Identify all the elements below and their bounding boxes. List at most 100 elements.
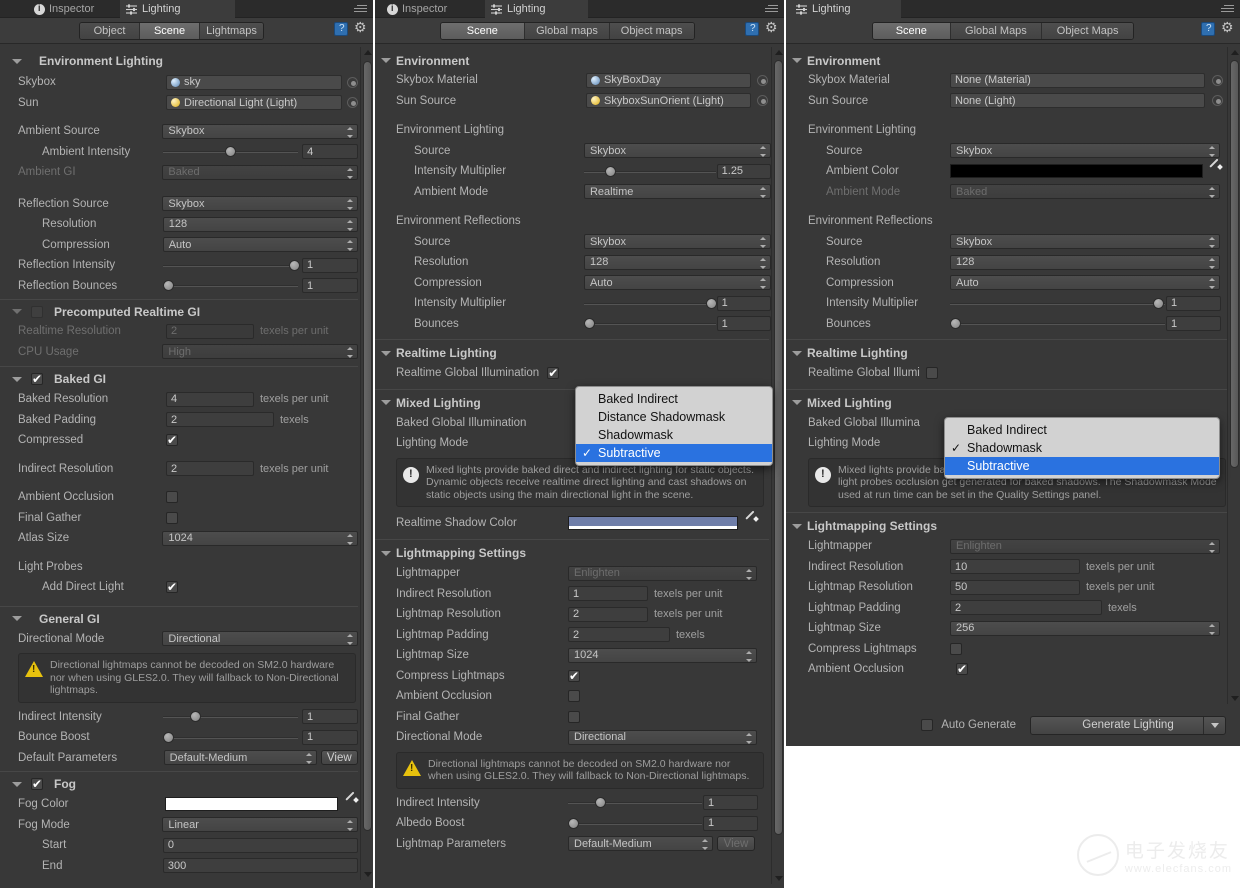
scroll-down-arrow[interactable] [1231,696,1239,701]
reflection-compression-dropdown[interactable]: Auto [163,237,358,252]
baked-gi-checkbox[interactable] [31,373,43,385]
lightmapper-dropdown[interactable]: Enlighten [950,539,1220,554]
scrollbar-thumb[interactable] [774,60,783,835]
slider-knob[interactable] [950,318,961,329]
window-tab-lighting[interactable]: Lighting [786,0,901,18]
object-picker-icon[interactable] [347,97,358,108]
scrollbar-middle[interactable] [771,47,784,884]
indirect-resolution-input[interactable]: 1 [568,586,648,601]
compress-lightmaps-checkbox[interactable] [568,670,580,682]
slider-knob[interactable] [190,711,201,722]
slider-knob[interactable] [595,797,606,808]
lightmap-resolution-input[interactable]: 2 [568,607,648,622]
refl-compression-dropdown[interactable]: Auto [584,275,771,290]
refl-intensity-slider[interactable] [584,296,716,310]
env-source-dropdown[interactable]: Skybox [950,143,1220,158]
slider-knob[interactable] [163,732,174,743]
lighting-mode-dropdown-menu[interactable]: Baked Indirect Distance Shadowmask Shado… [575,386,773,466]
sun-object-field[interactable]: Directional Light (Light) [166,95,342,110]
skybox-material-object-field[interactable]: None (Material) [950,73,1205,88]
ambient-color-swatch[interactable] [950,164,1203,178]
baked-resolution-input[interactable]: 4 [166,392,254,407]
intensity-multiplier-value[interactable]: 1.25 [717,164,771,179]
object-picker-icon[interactable] [757,75,768,86]
realtime-gi-checkbox[interactable] [926,367,938,379]
section-environment-lighting[interactable]: Environment Lighting [8,50,358,72]
slider-knob[interactable] [1153,298,1164,309]
reflection-bounces-slider[interactable] [163,279,298,293]
fog-checkbox[interactable] [31,778,43,790]
bounce-boost-slider[interactable] [163,730,298,744]
scrollbar-left[interactable] [360,47,373,880]
menu-item[interactable]: Shadowmask [576,426,772,444]
object-picker-icon[interactable] [757,95,768,106]
gear-icon[interactable] [1221,22,1235,36]
menu-item[interactable]: Distance Shadowmask [576,408,772,426]
default-parameters-dropdown[interactable]: Default-Medium [164,750,317,765]
slider-knob[interactable] [605,166,616,177]
slider-knob[interactable] [568,818,579,829]
refl-compression-dropdown[interactable]: Auto [950,275,1220,290]
ambient-occlusion-checkbox[interactable] [166,491,178,503]
tab-scene[interactable]: Scene [140,23,200,39]
ambient-source-dropdown[interactable]: Skybox [162,124,358,139]
bounces-value[interactable]: 1 [1166,316,1221,331]
sun-source-object-field[interactable]: None (Light) [950,93,1205,108]
fog-color-swatch[interactable] [165,797,338,811]
section-fog[interactable]: Fog [8,774,358,794]
albedo-boost-value[interactable]: 1 [703,816,758,831]
refl-source-dropdown[interactable]: Skybox [584,234,771,249]
skybox-object-field[interactable]: sky [166,75,342,90]
section-precomputed-realtime-gi[interactable]: Precomputed Realtime GI [8,302,358,321]
panel-menu-icon[interactable] [760,3,778,15]
scroll-down-arrow[interactable] [775,876,783,881]
object-picker-icon[interactable] [347,77,358,88]
tab-global-maps[interactable]: Global Maps [951,23,1043,39]
tab-scene[interactable]: Scene [441,23,526,39]
final-gather-checkbox[interactable] [166,512,178,524]
window-tab-lighting[interactable]: Lighting [485,0,588,18]
chevron-down-icon[interactable] [1203,717,1225,734]
ambient-occlusion-checkbox[interactable] [568,690,580,702]
window-tab-inspector[interactable]: i Inspector [381,0,457,18]
bounce-boost-value[interactable]: 1 [302,730,358,745]
help-book-icon[interactable] [334,22,348,36]
lightmap-padding-input[interactable]: 2 [950,600,1102,615]
lightmap-size-dropdown[interactable]: 1024 [568,648,757,663]
menu-item[interactable]: Baked Indirect [576,390,772,408]
scroll-down-arrow[interactable] [364,872,372,877]
menu-item[interactable]: ✓ Subtractive [576,444,772,462]
view-button[interactable]: View [321,750,358,765]
scroll-up-arrow[interactable] [364,50,372,55]
section-mixed-lighting[interactable]: Mixed Lighting [792,393,1227,413]
tab-object-maps[interactable]: Object maps [610,23,694,39]
scroll-up-arrow[interactable] [775,50,783,55]
section-baked-gi[interactable]: Baked GI [8,369,358,389]
scrollbar-thumb[interactable] [1230,60,1239,468]
section-environment[interactable]: Environment [792,51,1227,70]
directional-mode-dropdown[interactable]: Directional [162,631,358,646]
add-direct-light-checkbox[interactable] [166,581,178,593]
intensity-multiplier-slider[interactable] [584,164,716,178]
section-realtime-lighting[interactable]: Realtime Lighting [381,343,771,363]
lightmap-padding-input[interactable]: 2 [568,627,670,642]
lightmap-resolution-input[interactable]: 50 [950,580,1080,595]
bounces-slider[interactable] [950,317,1165,331]
reflection-intensity-slider[interactable] [163,258,298,272]
eyedropper-icon[interactable] [1208,164,1222,178]
help-book-icon[interactable] [1201,22,1215,36]
menu-item[interactable]: ✓ Shadowmask [945,439,1219,457]
baked-padding-input[interactable]: 2 [166,412,274,427]
menu-item[interactable]: Subtractive [945,457,1219,475]
reflection-resolution-dropdown[interactable]: 128 [163,217,358,232]
slider-knob[interactable] [163,280,174,291]
atlas-size-dropdown[interactable]: 1024 [162,531,358,546]
refl-intensity-slider[interactable] [950,296,1165,310]
indirect-intensity-slider[interactable] [568,796,702,810]
section-realtime-lighting[interactable]: Realtime Lighting [792,343,1227,363]
refl-resolution-dropdown[interactable]: 128 [950,255,1220,270]
indirect-intensity-slider[interactable] [163,710,298,724]
gear-icon[interactable] [765,22,779,36]
reflection-source-dropdown[interactable]: Skybox [162,196,358,211]
ambient-intensity-slider[interactable] [163,145,298,159]
